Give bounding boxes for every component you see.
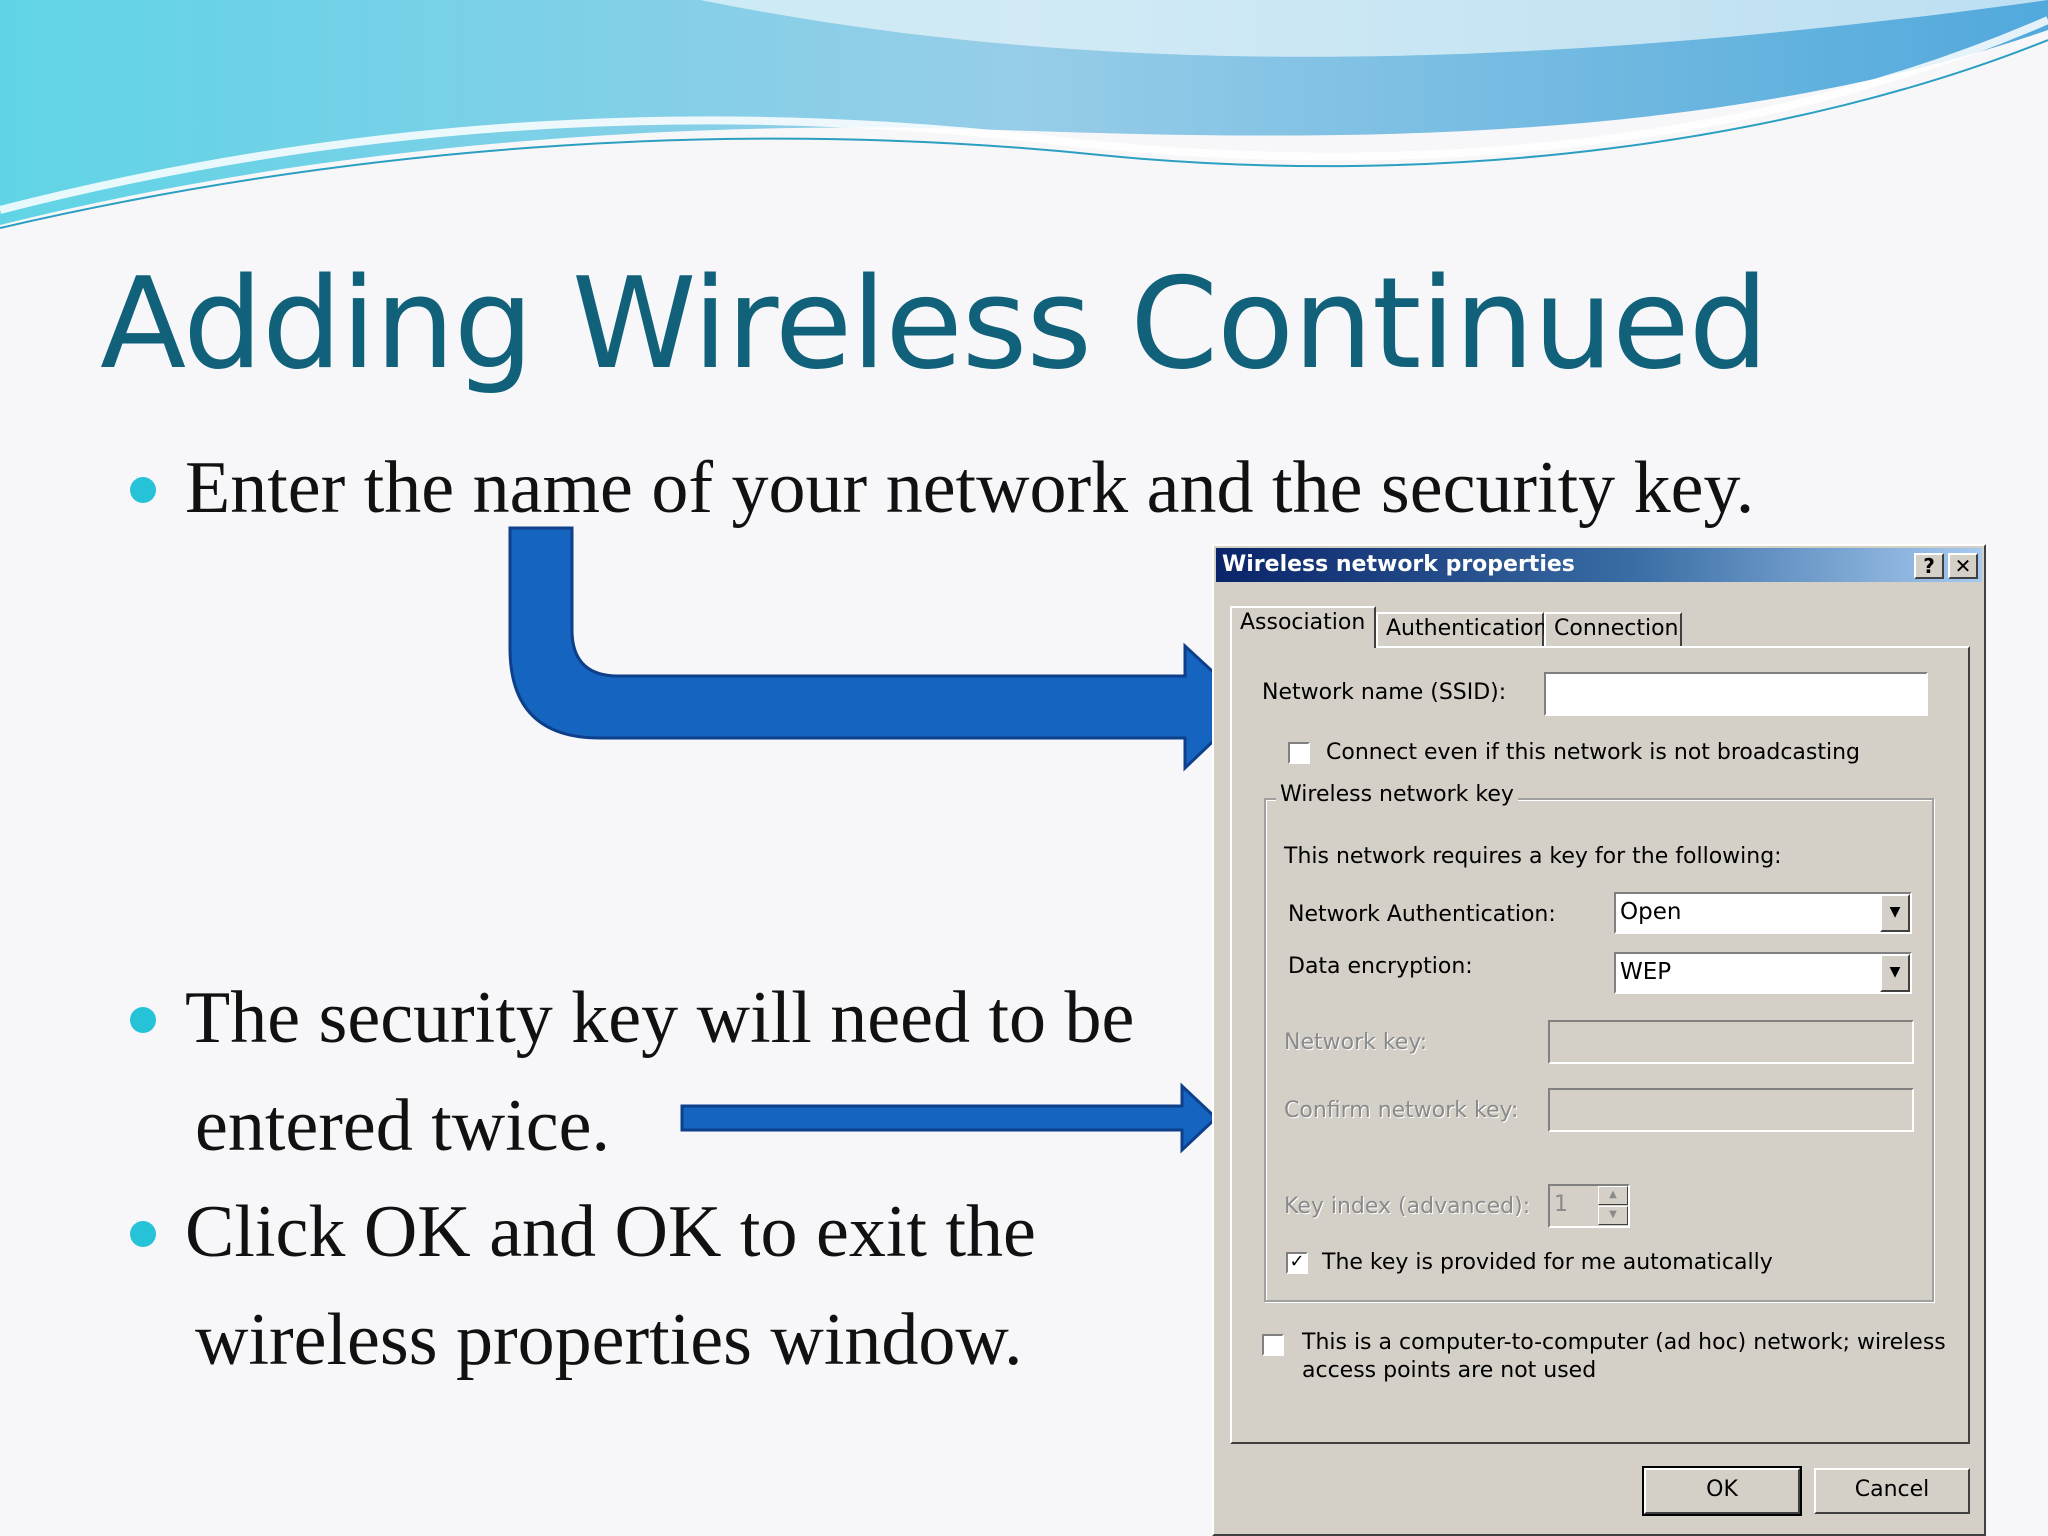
bullet-text: wireless properties window. — [195, 1299, 1023, 1381]
tab-association[interactable]: Association — [1230, 606, 1376, 648]
data-encryption-value: WEP — [1620, 959, 1672, 985]
network-auth-select[interactable]: Open ▼ — [1614, 892, 1912, 934]
wireless-key-group: Wireless network key This network requir… — [1264, 782, 1934, 1302]
tab-connection[interactable]: Connection — [1544, 612, 1682, 646]
bullet-text: The security key will need to be — [185, 977, 1135, 1059]
network-key-input[interactable] — [1548, 1020, 1914, 1064]
dialog-titlebar: Wireless network properties ? ✕ — [1216, 548, 1982, 582]
tab-authentication[interactable]: Authentication — [1376, 612, 1548, 646]
confirm-key-label: Confirm network key: — [1284, 1098, 1519, 1123]
chevron-down-icon[interactable]: ▼ — [1880, 894, 1910, 932]
key-index-label: Key index (advanced): — [1284, 1194, 1531, 1219]
confirm-key-input[interactable] — [1548, 1088, 1914, 1132]
association-panel: Network name (SSID): Connect even if thi… — [1230, 646, 1970, 1444]
requires-key-text: This network requires a key for the foll… — [1284, 844, 1782, 869]
network-auth-value: Open — [1620, 899, 1682, 925]
bullet-dot — [130, 1221, 156, 1247]
wireless-properties-dialog: Wireless network properties ? ✕ Associat… — [1212, 544, 1986, 1536]
network-key-label: Network key: — [1284, 1030, 1428, 1055]
straight-arrow — [680, 1082, 1219, 1154]
chevron-down-icon[interactable]: ▼ — [1880, 954, 1910, 992]
network-name-label: Network name (SSID): — [1262, 680, 1507, 705]
help-button[interactable]: ? — [1914, 553, 1944, 579]
wireless-key-group-label: Wireless network key — [1276, 782, 1518, 807]
spin-down-icon[interactable]: ▼ — [1598, 1206, 1628, 1225]
bullet-text: Click OK and OK to exit the — [185, 1191, 1036, 1273]
slide-title: Adding Wireless Continued — [100, 250, 1769, 397]
dialog-title: Wireless network properties — [1222, 552, 1575, 577]
auto-key-label: The key is provided for me automatically — [1322, 1250, 1773, 1275]
adhoc-label-line1: This is a computer-to-computer (ad hoc) … — [1302, 1330, 1946, 1355]
key-index-value: 1 — [1554, 1192, 1568, 1217]
network-name-input[interactable] — [1544, 672, 1928, 716]
bullet-text: entered twice. — [195, 1085, 610, 1167]
ok-button[interactable]: OK — [1642, 1466, 1802, 1516]
bullet-text: Enter the name of your network and the s… — [185, 447, 1755, 529]
cancel-button[interactable]: Cancel — [1814, 1468, 1970, 1514]
connect-broadcast-checkbox[interactable] — [1288, 742, 1310, 764]
bent-arrow — [508, 526, 1253, 772]
spin-up-icon[interactable]: ▲ — [1598, 1186, 1628, 1205]
header-wave-decoration — [0, 0, 2048, 229]
network-auth-label: Network Authentication: — [1288, 902, 1556, 927]
adhoc-label-line2: access points are not used — [1302, 1358, 1597, 1383]
data-encryption-label: Data encryption: — [1288, 954, 1473, 979]
bullet-dot — [130, 1007, 156, 1033]
data-encryption-select[interactable]: WEP ▼ — [1614, 952, 1912, 994]
key-index-spinner[interactable]: 1 ▲ ▼ — [1548, 1184, 1630, 1228]
auto-key-checkbox[interactable]: ✓ — [1286, 1252, 1308, 1274]
close-button[interactable]: ✕ — [1948, 553, 1978, 579]
bullet-dot — [130, 477, 156, 503]
connect-broadcast-label: Connect even if this network is not broa… — [1326, 740, 1861, 765]
adhoc-checkbox[interactable] — [1262, 1334, 1284, 1356]
